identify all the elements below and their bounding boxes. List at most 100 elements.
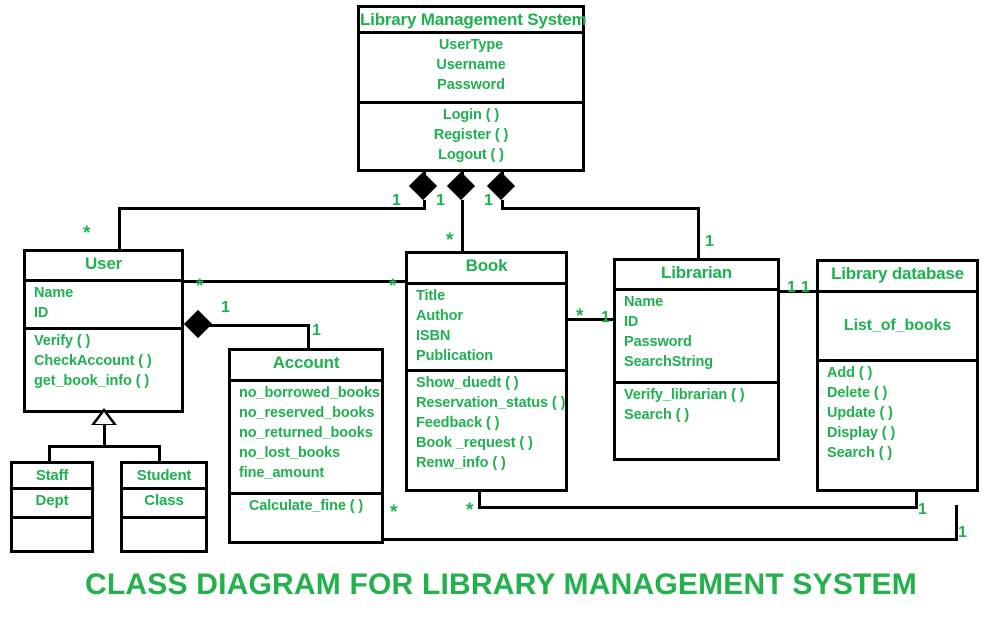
operation: Logout ( )	[438, 147, 504, 163]
connector-user-account-h	[200, 324, 310, 327]
attribute: Name	[624, 294, 664, 310]
class-header-librarian: Librarian	[616, 261, 777, 291]
class-attributes-librarian: Name ID Password SearchString	[616, 291, 777, 384]
class-name-book: Book	[465, 256, 508, 275]
attribute: Password	[624, 334, 692, 350]
attribute: Dept	[35, 492, 69, 509]
multiplicity-user-account: 1	[221, 299, 230, 316]
multiplicity-db-bottom-b: 1	[958, 524, 967, 541]
attribute: ID	[34, 305, 49, 321]
class-student: Student Class	[120, 461, 208, 553]
connector-generalization-h	[48, 445, 161, 448]
attribute: fine_amount	[239, 465, 325, 481]
connector-user-book	[183, 280, 411, 283]
class-header-user: User	[26, 252, 181, 282]
connector-book-db-h	[478, 506, 918, 509]
attribute: UserType	[438, 37, 504, 53]
attribute: Class	[144, 492, 184, 509]
multiplicity-lms-book: 1	[436, 192, 445, 209]
operation: Verify ( )	[34, 333, 91, 349]
class-name-account: Account	[272, 353, 340, 372]
class-header-lms: Library Management System	[360, 8, 587, 34]
class-name-staff: Staff	[35, 467, 69, 484]
multiplicity-book-bottom: *	[466, 500, 474, 521]
class-operations-lms: Login ( ) Register ( ) Logout ( )	[360, 104, 582, 166]
operation: Renw_info ( )	[416, 455, 506, 471]
diagram-caption: CLASS DIAGRAM FOR LIBRARY MANAGEMENT SYS…	[85, 568, 917, 601]
multiplicity-user-top: *	[83, 223, 91, 244]
class-diagram-canvas: 1 1 1 * * 1 * * 1 1 * 1 1 1 * * 1 1 Libr…	[0, 0, 1002, 630]
multiplicity-book-librarian-many: *	[576, 306, 584, 327]
connector-account-db-h	[380, 538, 958, 541]
composition-diamond-user-account	[183, 309, 213, 339]
class-header-library-database: Library database	[819, 262, 976, 293]
class-name-library-database: Library database	[831, 264, 964, 283]
class-header-account: Account	[231, 351, 381, 382]
attribute: ID	[624, 314, 639, 330]
class-name-user: User	[84, 254, 122, 273]
attribute: Password	[437, 77, 505, 93]
multiplicity-librarian-db-b: 1	[801, 279, 810, 296]
class-library-management-system: Library Management System UserType Usern…	[357, 5, 587, 172]
class-attributes-account: no_borrowed_books no_reserved_books no_r…	[231, 382, 381, 495]
multiplicity-account: 1	[312, 322, 321, 339]
attribute: Title	[416, 288, 446, 304]
multiplicity-lms-librarian: 1	[484, 192, 493, 209]
class-operations-librarian: Verify_librarian ( ) Search ( )	[616, 384, 777, 426]
operation: Verify_librarian ( )	[624, 387, 745, 403]
class-operations-library-database: Add ( ) Delete ( ) Update ( ) Display ( …	[819, 362, 976, 464]
class-header-staff: Staff	[13, 464, 91, 490]
multiplicity-librarian-db-a: 1	[787, 279, 796, 296]
connector-staff-v	[48, 445, 51, 462]
generalization-triangle-user	[91, 408, 117, 425]
operation: Search ( )	[624, 407, 690, 423]
class-attributes-user: Name ID	[26, 282, 181, 330]
multiplicity-book-top: *	[446, 230, 454, 251]
operation: CheckAccount ( )	[34, 353, 152, 369]
operation: Add ( )	[827, 365, 873, 381]
class-attributes-library-database: List_of_books	[819, 293, 976, 362]
class-attributes-lms: UserType Username Password	[360, 34, 582, 104]
connector-lms-user-v2	[118, 207, 121, 252]
composition-diamond-lms-user	[408, 171, 438, 201]
class-attributes-staff: Dept	[13, 490, 91, 519]
connector-lms-book-v	[461, 200, 464, 252]
connector-lms-librarian-h	[501, 207, 700, 210]
class-operations-staff	[13, 519, 91, 539]
multiplicity-librarian-top: 1	[705, 233, 714, 250]
attribute: Author	[416, 308, 463, 324]
class-attributes-book: Title Author ISBN Publication	[408, 285, 565, 372]
operation: Calculate_fine ( )	[248, 498, 364, 514]
multiplicity-account-bottom: *	[390, 502, 398, 523]
operation: Book _request ( )	[416, 435, 533, 451]
class-librarian: Librarian Name ID Password SearchString …	[613, 258, 780, 461]
class-name-lms: Library Management System	[360, 10, 587, 29]
class-account: Account no_borrowed_books no_reserved_bo…	[228, 348, 384, 544]
composition-diamond-lms-book	[446, 171, 476, 201]
operation: Delete ( )	[827, 385, 888, 401]
connector-account-stem	[307, 340, 310, 348]
operation: get_book_info ( )	[34, 373, 150, 389]
attribute: Name	[34, 285, 74, 301]
class-attributes-student: Class	[123, 490, 205, 519]
class-operations-account: Calculate_fine ( )	[231, 495, 381, 517]
connector-student-v	[158, 445, 161, 462]
connector-book-db-vleft	[478, 492, 481, 509]
operation: Show_duedt ( )	[416, 375, 519, 391]
multiplicity-book-librarian-one: 1	[601, 309, 610, 326]
operation: Display ( )	[827, 425, 896, 441]
class-staff: Staff Dept	[10, 461, 94, 553]
multiplicity-book-left: *	[389, 276, 397, 297]
class-book: Book Title Author ISBN Publication Show_…	[405, 251, 568, 492]
attribute: no_borrowed_books	[239, 385, 380, 401]
attribute: no_lost_books	[239, 445, 341, 461]
class-header-student: Student	[123, 464, 205, 490]
attribute: List_of_books	[843, 317, 952, 334]
operation: Login ( )	[442, 107, 500, 123]
class-name-librarian: Librarian	[661, 263, 732, 282]
attribute: Username	[436, 57, 506, 73]
multiplicity-user-right: *	[196, 276, 204, 297]
connector-lms-librarian-v2	[697, 207, 700, 259]
operation: Feedback ( )	[416, 415, 500, 431]
class-operations-student	[123, 519, 205, 539]
